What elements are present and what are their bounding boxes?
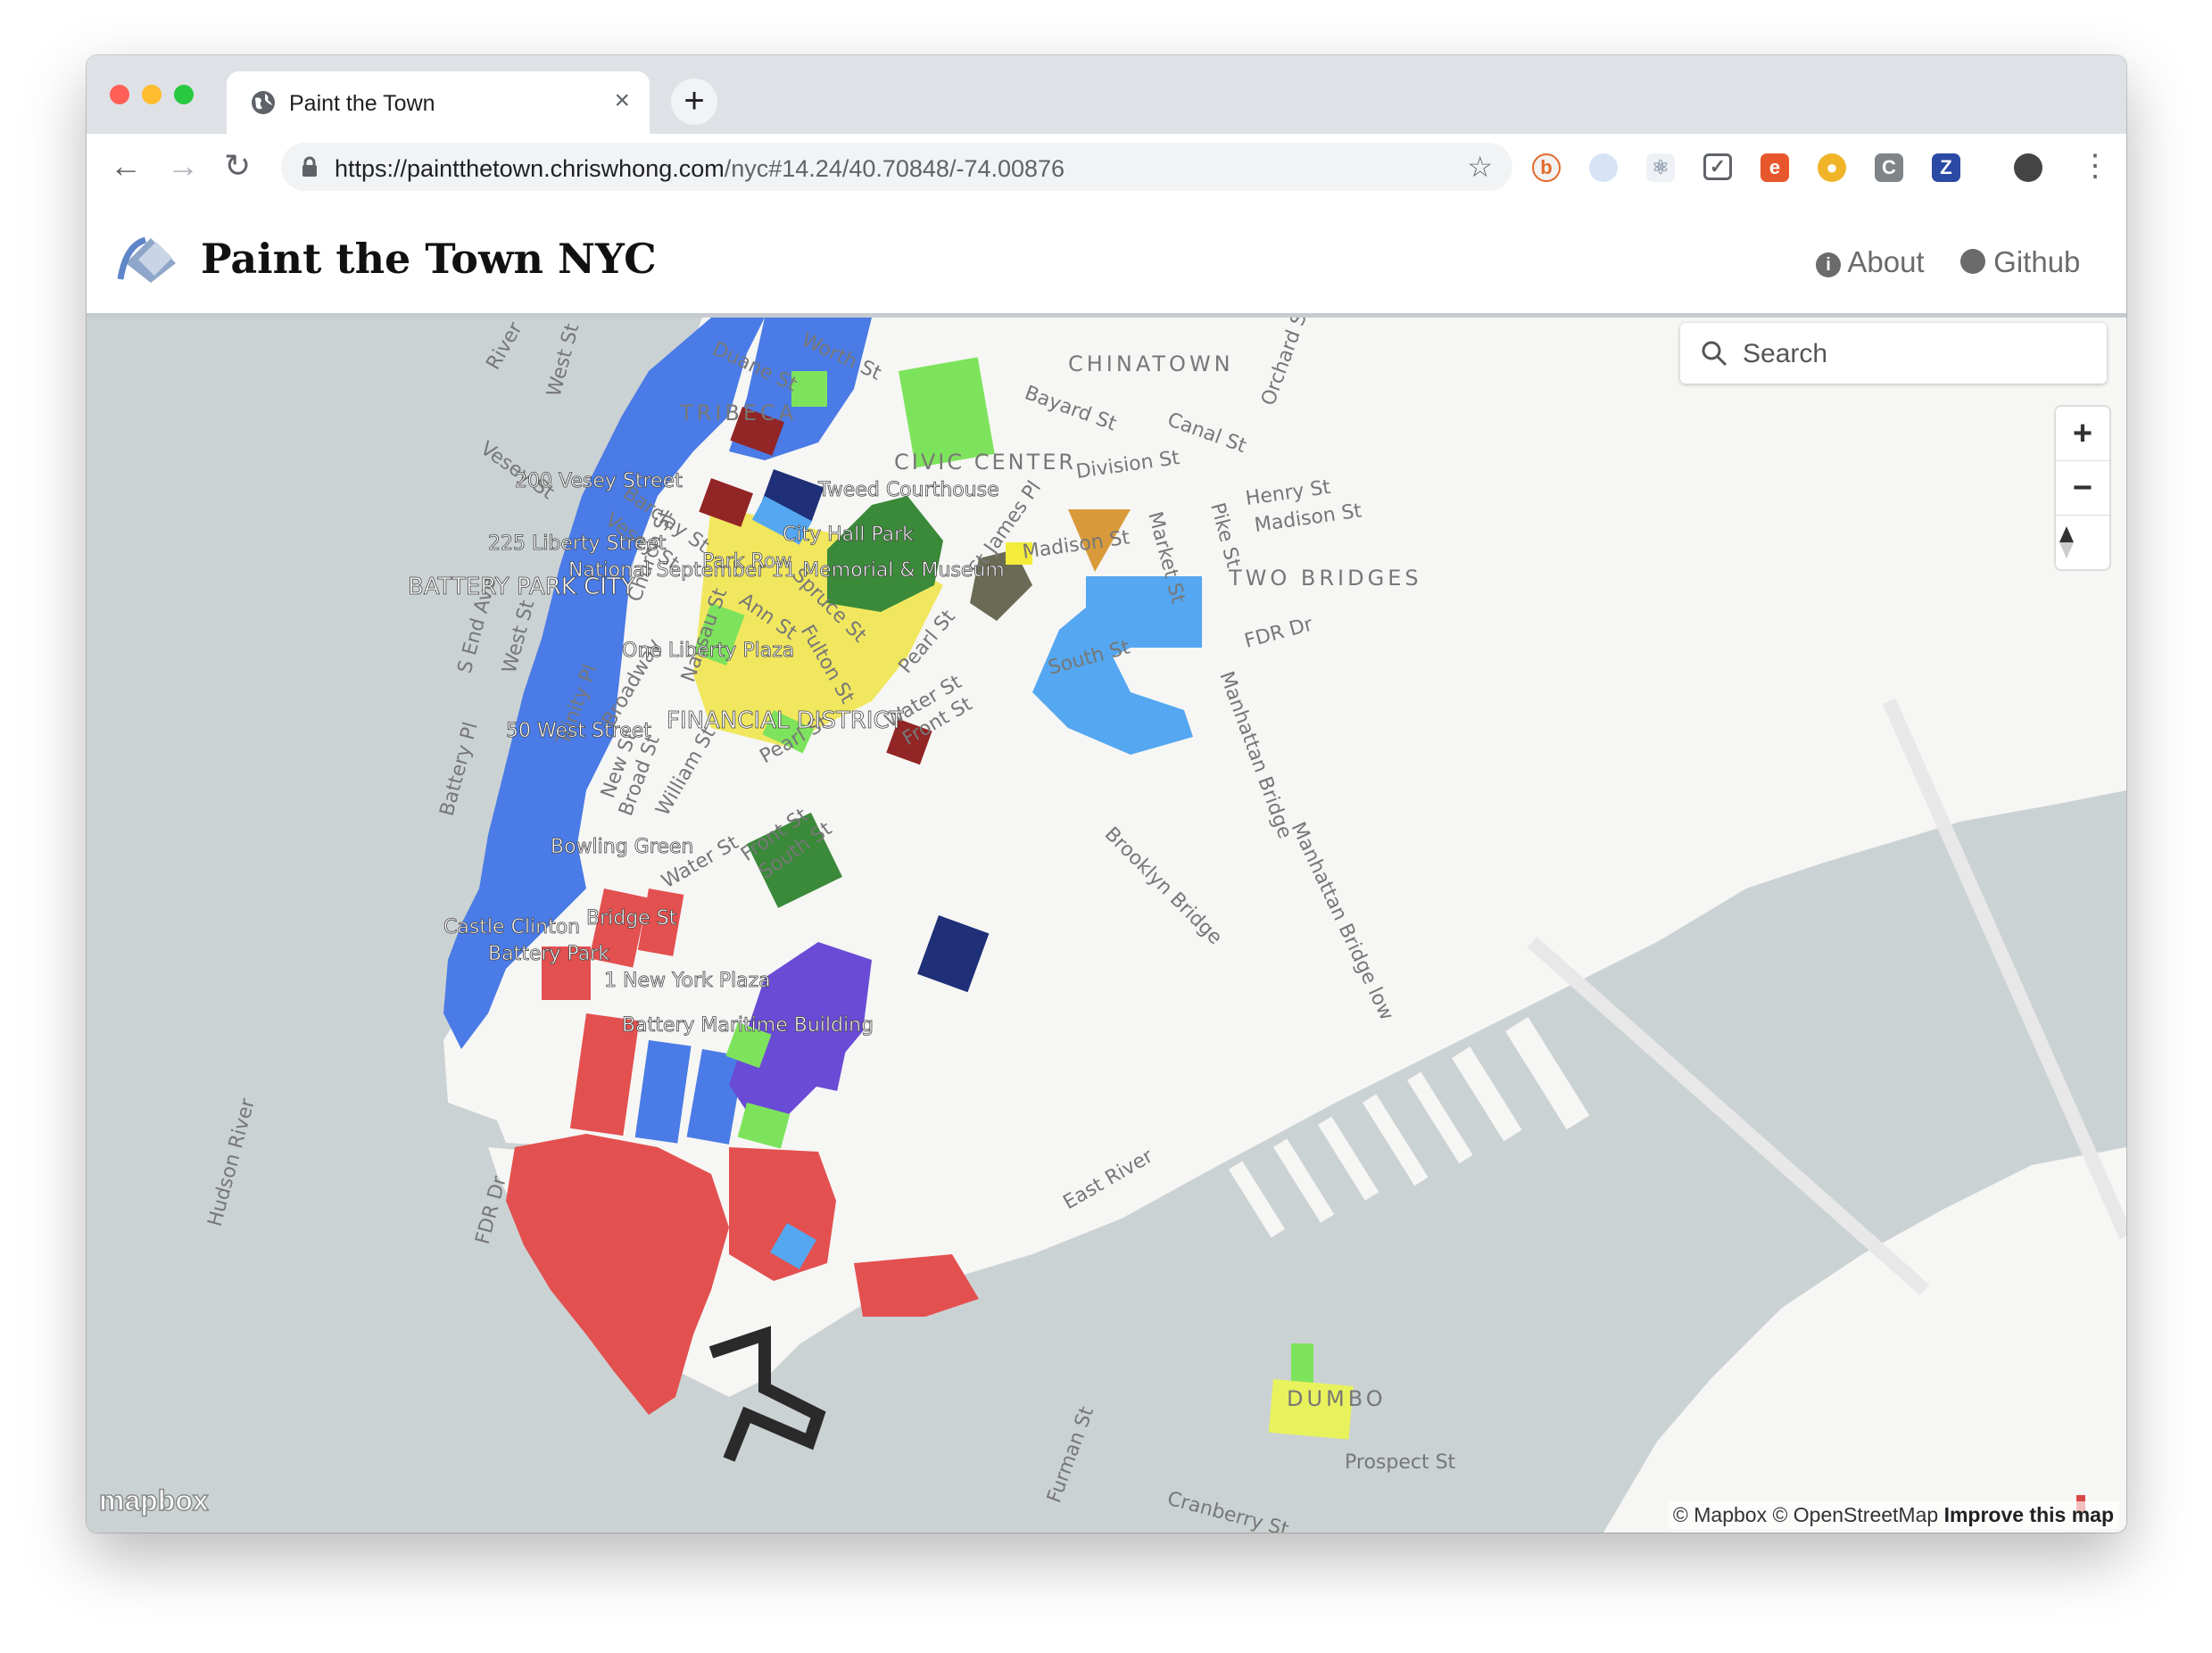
url-text: https://paintthetown.chriswhong.com/nyc#… (335, 155, 1065, 183)
profile-avatar[interactable] (2014, 153, 2042, 182)
label-bowling-green: Bowling Green (551, 836, 693, 858)
search-placeholder: Search (1743, 339, 1828, 368)
label-one-liberty: One Liberty Plaza (622, 640, 794, 662)
label-civic-center: CIVIC CENTER (894, 450, 1076, 475)
tab-paint-the-town[interactable]: Paint the Town × (227, 71, 650, 134)
maximize-window-button[interactable] (174, 85, 194, 104)
tab-strip: Paint the Town × + (87, 55, 2126, 134)
label-castle-clinton: Castle Clinton (443, 916, 580, 938)
lock-icon (302, 156, 317, 177)
search-icon (1702, 341, 1727, 367)
label-tribeca: TRIBECA (679, 401, 797, 426)
label-battery-park: Battery Park (488, 943, 609, 965)
label-park-row: Park Row (702, 550, 791, 573)
extension-e-icon[interactable]: e (1760, 153, 1789, 182)
new-tab-button[interactable]: + (671, 79, 717, 125)
label-50-west: 50 West Street (506, 720, 651, 742)
zoom-controls: + − (2056, 407, 2109, 569)
map-svg: TRIBECA CHINATOWN CIVIC CENTER TWO BRIDG… (87, 318, 2126, 1533)
extension-c-icon[interactable]: C (1875, 153, 1903, 182)
url-host: https://paintthetown.chriswhong.com (335, 155, 725, 182)
label-200-vesey: 200 Vesey Street (515, 470, 683, 492)
forward-arrow-icon[interactable]: → (167, 146, 199, 186)
label-financial-district: FINANCIAL DISTRICT (667, 707, 904, 734)
label-225-liberty: 225 Liberty Street (488, 533, 667, 555)
back-arrow-icon[interactable]: ← (110, 146, 142, 186)
mapbox-logo[interactable]: mapbox (98, 1484, 209, 1517)
map-attribution: © Mapbox © OpenStreetMap Improve this ma… (1667, 1501, 2119, 1529)
label-battery-maritime: Battery Maritime Building (622, 1014, 874, 1037)
label-tweed: Tweed Courthouse (817, 479, 999, 501)
improve-map-link[interactable]: Improve this map (1944, 1503, 2114, 1526)
extension-feather-icon[interactable] (1589, 153, 1618, 182)
github-link[interactable]: Github (1960, 245, 2080, 279)
extension-z-icon[interactable]: Z (1932, 153, 1960, 182)
extension-react-icon[interactable]: ⚛ (1646, 153, 1675, 182)
label-city-hall-park: City Hall Park (783, 524, 914, 546)
app-header: Paint the Town NYC i About Github (87, 201, 2126, 318)
address-bar[interactable]: https://paintthetown.chriswhong.com/nyc#… (281, 143, 1512, 191)
fidi-south-red (729, 1147, 836, 1281)
app-logo-icon (117, 236, 176, 283)
extension-eye-icon[interactable]: ● (1818, 153, 1846, 182)
menu-kebab-icon[interactable]: ⋮ (2080, 146, 2110, 186)
github-icon (1960, 249, 1985, 274)
reload-icon[interactable]: ↻ (224, 146, 251, 186)
globe-icon (252, 91, 275, 114)
tab-close-icon[interactable]: × (614, 86, 630, 116)
label-two-bridges: TWO BRIDGES (1228, 566, 1422, 591)
browser-window: Paint the Town × + ← → ↻ https://paintth… (87, 55, 2126, 1533)
label-1-ny-plaza: 1 New York Plaza (604, 970, 771, 992)
label-bridge-st: Bridge St (586, 907, 677, 930)
zoom-out-button[interactable]: − (2056, 461, 2109, 516)
compass-icon (2059, 526, 2074, 558)
map-canvas[interactable]: TRIBECA CHINATOWN CIVIC CENTER TWO BRIDG… (87, 318, 2126, 1533)
minimize-window-button[interactable] (142, 85, 162, 104)
info-icon: i (1816, 252, 1841, 277)
compass-button[interactable] (2056, 516, 2109, 569)
attribution-text[interactable]: © Mapbox © OpenStreetMap (1673, 1503, 1938, 1526)
label-dumbo: DUMBO (1287, 1386, 1387, 1411)
about-link[interactable]: i About (1816, 245, 1925, 279)
extension-pocket-icon[interactable]: ✓ (1703, 153, 1732, 180)
about-label: About (1847, 245, 1925, 278)
tab-title: Paint the Town (289, 91, 435, 116)
label-chinatown: CHINATOWN (1068, 351, 1234, 376)
browser-toolbar: ← → ↻ https://paintthetown.chriswhong.co… (87, 134, 2126, 202)
github-label: Github (1993, 245, 2081, 278)
app-title: Paint the Town NYC (201, 235, 657, 283)
bookmark-star-icon[interactable]: ☆ (1467, 150, 1493, 184)
close-window-button[interactable] (110, 85, 129, 104)
label-prospect-st: Prospect St (1345, 1451, 1456, 1474)
map-search-box[interactable]: Search (1680, 323, 2107, 384)
url-path: /nyc#14.24/40.70848/-74.00876 (724, 155, 1065, 182)
zoom-in-button[interactable]: + (2056, 407, 2109, 461)
extension-b-icon[interactable]: b (1532, 153, 1561, 182)
